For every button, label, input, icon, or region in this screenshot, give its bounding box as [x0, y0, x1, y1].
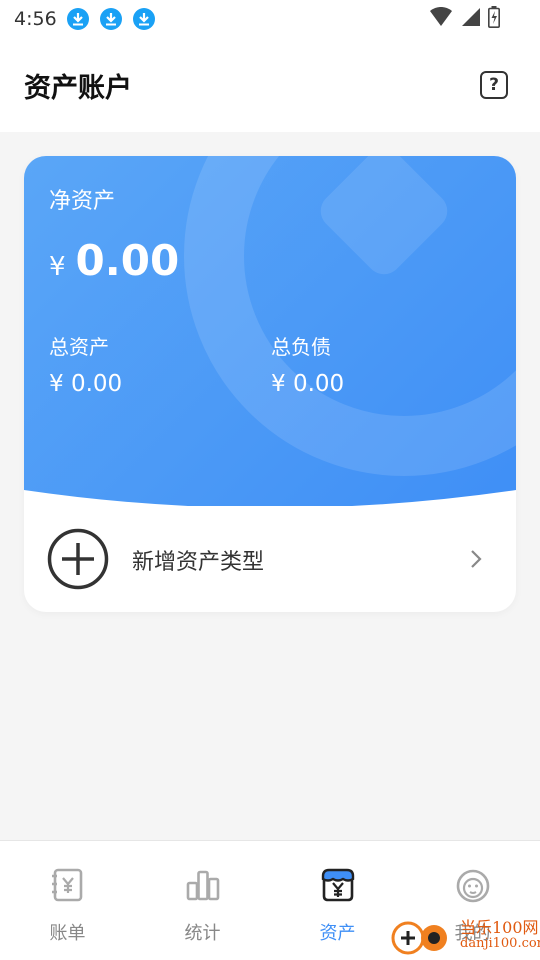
total-assets-label: 总资产 — [49, 335, 109, 359]
watermark-text: 当乐100网 danji100.com — [454, 920, 540, 952]
chevron-right-icon — [471, 550, 482, 568]
status-bar: 4:56 — [0, 0, 540, 38]
download-icon — [66, 8, 89, 30]
app-header: 资产账户 ? — [0, 38, 540, 132]
net-assets-amount: 0.00 — [75, 236, 180, 285]
watermark-line2: danji100.com — [460, 936, 540, 951]
add-asset-type-label: 新增资产类型 — [132, 550, 265, 575]
signal-icon — [462, 8, 480, 26]
asset-card: 净资产 ¥ 0.00 总资产 ¥ 0.00 总负债 ¥ 0.00 新增资产类型 — [24, 156, 516, 612]
asset-icon — [321, 868, 354, 902]
net-assets-label: 净资产 — [49, 189, 116, 214]
battery-icon — [488, 6, 500, 28]
nav-item-bills[interactable]: 账单 — [0, 841, 135, 960]
nav-item-assets[interactable]: 资产 — [270, 841, 405, 960]
download-icon — [99, 8, 122, 30]
add-asset-type-row[interactable]: 新增资产类型 — [24, 506, 516, 612]
status-indicators — [430, 6, 500, 28]
currency-symbol: ¥ — [49, 252, 66, 282]
page-title: 资产账户 — [24, 72, 132, 104]
watermark-line1: 当乐100网 — [460, 918, 539, 937]
plus-circle-icon — [47, 528, 109, 590]
nav-label-assets: 资产 — [319, 923, 356, 944]
total-liabilities-label: 总负债 — [271, 335, 331, 359]
nav-label-stats: 统计 — [184, 923, 221, 944]
watermark-logo — [391, 921, 447, 955]
status-time: 4:56 — [14, 8, 57, 30]
help-icon: ? — [489, 75, 499, 95]
total-assets-value: ¥ 0.00 — [49, 371, 123, 397]
net-assets-panel: 净资产 ¥ 0.00 总资产 ¥ 0.00 总负债 ¥ 0.00 — [24, 156, 516, 506]
watermark: 当乐100网 danji100.com — [390, 916, 540, 956]
chart-icon — [186, 870, 219, 901]
nav-item-stats[interactable]: 统计 — [135, 841, 270, 960]
download-icon — [132, 8, 155, 30]
wifi-icon — [430, 7, 452, 26]
card-curve — [24, 490, 516, 506]
nav-label-bills: 账单 — [49, 923, 86, 944]
profile-icon — [456, 869, 489, 903]
total-liabilities-value: ¥ 0.00 — [271, 371, 345, 397]
help-button[interactable]: ? — [480, 71, 508, 99]
net-assets-value: ¥ 0.00 — [49, 236, 179, 285]
bill-icon — [51, 868, 82, 902]
